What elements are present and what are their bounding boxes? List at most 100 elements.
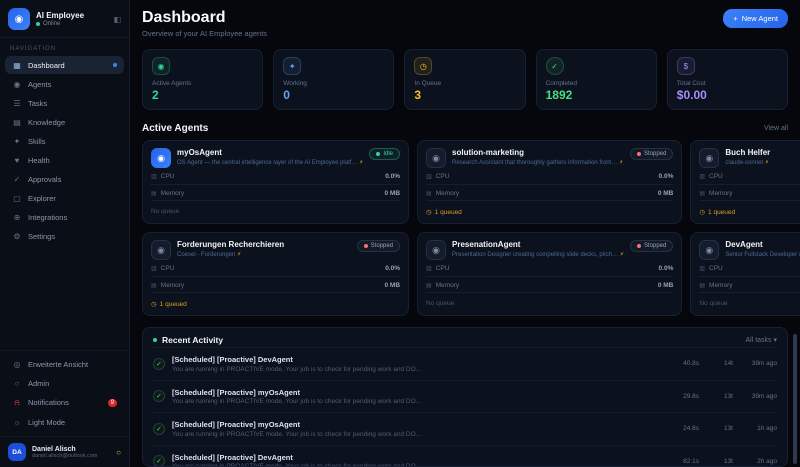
nav-item-label: Tasks bbox=[28, 98, 48, 108]
memory-icon: ▤ bbox=[426, 282, 432, 289]
sidebar-item-knowledge[interactable]: ▤ Knowledge bbox=[5, 113, 124, 131]
sun-icon: ☼ bbox=[13, 417, 21, 427]
sidebar-item-erweiterte-ansicht[interactable]: ◎ Erweiterte Ansicht bbox=[5, 355, 124, 373]
memory-row: ▤Memory0 MB bbox=[151, 186, 401, 201]
nav-item-label: Agents bbox=[28, 79, 52, 89]
integrations-icon: ⊕ bbox=[13, 212, 21, 222]
tokens: 13t bbox=[723, 425, 733, 433]
agent-description: Coesel - Forderungen ⚡ bbox=[177, 251, 242, 258]
agent-description: Research Assistant that thoroughly gathe… bbox=[452, 159, 624, 166]
activity-title: [Scheduled] [Proactive] myOsAgent bbox=[172, 420, 300, 429]
check-circle-icon: ✓ bbox=[153, 422, 165, 435]
activity-subtitle: You are running in PROACTIVE mode. Your … bbox=[172, 463, 423, 467]
scrollbar[interactable] bbox=[793, 334, 797, 464]
stat-label: Completed bbox=[545, 80, 578, 87]
sidebar-item-approvals[interactable]: ✓ Approvals bbox=[5, 170, 124, 188]
view-all-link[interactable]: View all bbox=[764, 125, 788, 132]
duration: 29.8s bbox=[683, 392, 699, 400]
duration: 82.1s bbox=[683, 457, 699, 465]
stat-card-in-queue: ◷ In Queue 3 bbox=[404, 49, 526, 110]
queue-status: No queue bbox=[151, 208, 180, 215]
stat-value: 0 bbox=[283, 88, 290, 102]
avatar: DA bbox=[8, 443, 26, 461]
cpu-value: 0.0% bbox=[658, 265, 674, 272]
agent-card-presenationagent[interactable]: ◉ PresenationAgent Presentation Designer… bbox=[417, 232, 683, 316]
page-title: Dashboard bbox=[142, 9, 226, 26]
memory-row: ▤Memory0 MB bbox=[699, 186, 800, 201]
sidebar-item-integrations[interactable]: ⊕ Integrations bbox=[5, 208, 124, 226]
status-dot-icon bbox=[637, 152, 641, 156]
explorer-icon: ▢ bbox=[13, 193, 21, 203]
cpu-row: ▥CPU0.0% bbox=[426, 169, 674, 185]
queue-status: No queue bbox=[699, 300, 728, 307]
dollar-icon: $ bbox=[676, 57, 695, 75]
agent-card-myosagent[interactable]: ◉ myOsAgent OS Agent — the central intel… bbox=[142, 140, 410, 224]
queue-clock-icon: ◷ bbox=[151, 301, 157, 308]
status-badge: Idle bbox=[369, 148, 401, 160]
sidebar-item-dashboard[interactable]: ▦ Dashboard bbox=[5, 56, 124, 74]
cpu-icon: ▥ bbox=[426, 174, 432, 180]
sidebar-item-skills[interactable]: ✦ Skills bbox=[5, 132, 124, 150]
activity-dot-icon bbox=[153, 338, 157, 342]
activity-row[interactable]: ✓ [Scheduled] [Proactive] DevAgent You a… bbox=[153, 444, 777, 467]
user-profile[interactable]: DA Daniel Alisch daniel.alisch@outlook.c… bbox=[0, 436, 129, 467]
sidebar-item-settings[interactable]: ⚙ Settings bbox=[5, 227, 124, 245]
memory-row: ▤Memory0 MB bbox=[699, 278, 800, 293]
sidebar-item-admin[interactable]: ○ Admin bbox=[5, 374, 124, 392]
app-logo-icon: ◉ bbox=[8, 8, 30, 30]
stat-value: $0.00 bbox=[676, 88, 707, 102]
sidebar-item-agents[interactable]: ◉ Agents bbox=[5, 75, 124, 93]
all-tasks-filter[interactable]: All tasks ▾ bbox=[745, 336, 777, 344]
queue-clock-icon: ◷ bbox=[699, 209, 706, 216]
sidebar-collapse-icon[interactable]: ◧ bbox=[113, 15, 121, 24]
activity-title: [Scheduled] [Proactive] DevAgent bbox=[172, 452, 293, 462]
activity-row[interactable]: ✓ [Scheduled] [Proactive] DevAgent You a… bbox=[153, 347, 777, 380]
agent-description: claude-sonnet ⚡ bbox=[725, 159, 769, 166]
stat-card-completed: ✓ Completed 1892 bbox=[535, 49, 657, 110]
cpu-row: ▥CPU0.0% bbox=[699, 169, 800, 185]
agents-grid: ◉ myOsAgent OS Agent — the central intel… bbox=[142, 140, 800, 316]
agent-card-solution-marketing[interactable]: ◉ solution-marketing Research Assistant … bbox=[417, 140, 683, 224]
activity-metrics: 40.8s 14t 39m ago bbox=[665, 360, 777, 367]
sidebar-item-notifications[interactable]: ⍾ Notifications 9 bbox=[5, 393, 124, 412]
activity-row[interactable]: ✓ [Scheduled] [Proactive] myOsAgent You … bbox=[153, 379, 777, 413]
notification-badge: 9 bbox=[107, 398, 117, 407]
logout-icon[interactable]: ○ bbox=[116, 448, 121, 457]
new-agent-button[interactable]: + New Agent bbox=[723, 9, 788, 28]
cpu-value: 0.0% bbox=[385, 265, 401, 272]
activity-row[interactable]: ✓ [Scheduled] [Proactive] myOsAgent You … bbox=[153, 412, 777, 445]
active-agents-header: Active Agents View all bbox=[142, 123, 788, 134]
sidebar-item-explorer[interactable]: ▢ Explorer bbox=[5, 189, 124, 207]
agent-bot-icon: ◉ bbox=[151, 148, 171, 168]
settings-icon: ⚙ bbox=[13, 231, 21, 241]
memory-icon: ▤ bbox=[699, 190, 706, 197]
bot-icon: ◉ bbox=[152, 57, 170, 75]
nav-section-label: NAVIGATION bbox=[10, 46, 57, 52]
agent-card-forderungen-recherchieren[interactable]: ◉ Forderungen Recherchieren Coesel - For… bbox=[142, 232, 410, 316]
memory-icon: ▤ bbox=[699, 282, 706, 289]
cpu-row: ▥CPU0.0% bbox=[426, 261, 674, 277]
online-dot-icon bbox=[36, 22, 40, 26]
cpu-icon: ▥ bbox=[426, 266, 432, 272]
plus-icon: + bbox=[733, 14, 738, 23]
sidebar-item-light-mode[interactable]: ☼ Light Mode bbox=[5, 413, 124, 431]
check-circle-icon: ✓ bbox=[153, 390, 165, 403]
queue-status: No queue bbox=[426, 300, 455, 307]
footer-item-label: Admin bbox=[28, 378, 50, 388]
memory-icon: ▤ bbox=[151, 190, 157, 197]
health-icon: ♥ bbox=[14, 155, 20, 165]
memory-value: 0 MB bbox=[657, 189, 674, 197]
agent-card-devagent[interactable]: ◉ DevAgent Senior Fullstack Developer wi… bbox=[690, 232, 800, 316]
stats-row: ◉ Active Agents 2 ✦ Working 0 ◷ In Queue… bbox=[142, 49, 788, 110]
memory-icon: ▤ bbox=[151, 282, 157, 289]
sidebar-item-tasks[interactable]: ☰ Tasks bbox=[5, 94, 124, 112]
online-status-label: Online bbox=[43, 21, 61, 27]
stat-value: 2 bbox=[152, 88, 159, 102]
agent-card-buch-helfer[interactable]: ◉ Buch Helfer claude-sonnet ⚡ Stopped ▥C… bbox=[690, 140, 800, 224]
chevron-down-icon: ▾ bbox=[773, 337, 777, 344]
online-status: Online bbox=[36, 21, 107, 27]
page-header: Dashboard Overview of your AI Employee a… bbox=[142, 9, 788, 38]
cpu-icon: ▥ bbox=[699, 174, 706, 180]
sidebar-item-health[interactable]: ♥ Health bbox=[5, 151, 124, 169]
cpu-row: ▥CPU0.0% bbox=[151, 169, 401, 185]
